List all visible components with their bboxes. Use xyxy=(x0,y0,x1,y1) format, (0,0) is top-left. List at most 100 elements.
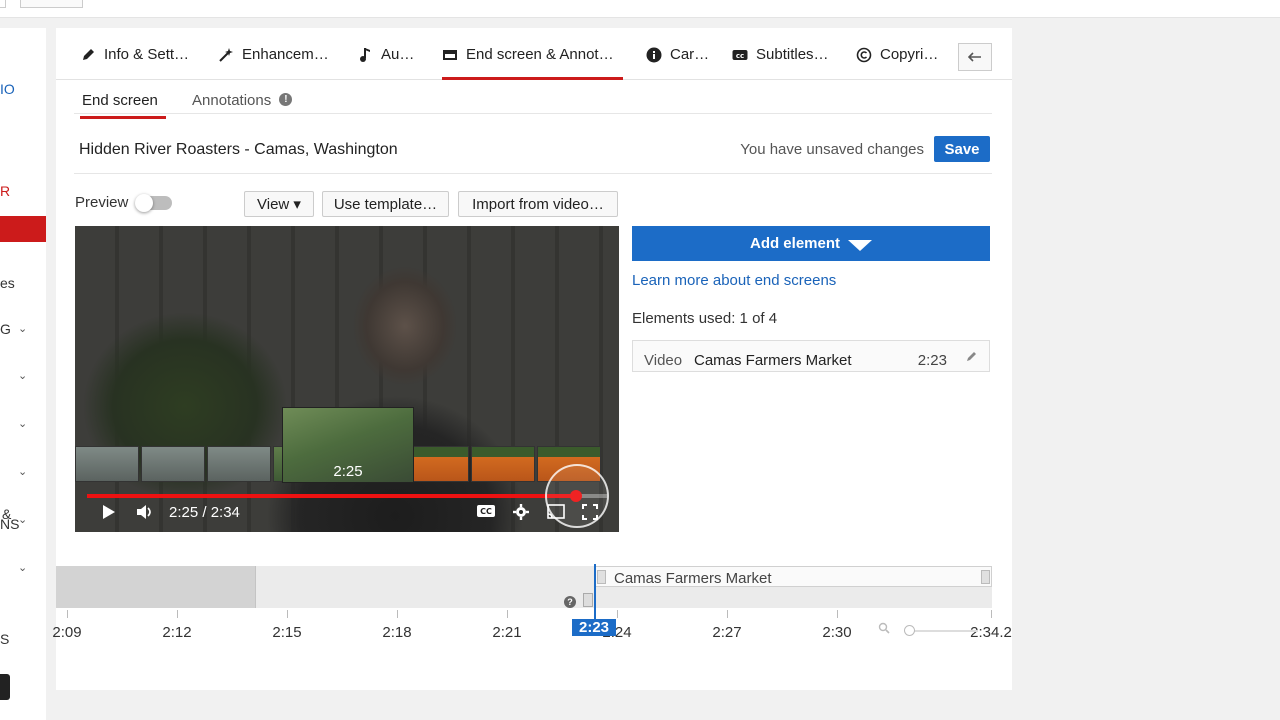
progress-bar[interactable] xyxy=(87,490,607,502)
storyboard-thumb xyxy=(141,446,205,482)
click-indicator xyxy=(545,464,609,528)
ruler-label: 2:27 xyxy=(712,624,742,641)
volume-icon[interactable] xyxy=(135,504,155,520)
gear-icon[interactable] xyxy=(511,504,531,520)
back-button[interactable] xyxy=(958,43,992,71)
title-row: Hidden River Roasters - Camas, Washingto… xyxy=(74,114,992,174)
timeline-marker[interactable] xyxy=(583,593,593,607)
subtab-end-screen[interactable]: End screen xyxy=(80,92,166,119)
ruler-label: 2:09 xyxy=(52,624,82,641)
import-from-video-button[interactable]: Import from video… xyxy=(458,191,618,217)
learn-more-link[interactable]: Learn more about end screens xyxy=(632,272,836,289)
sidebar-item-fragment[interactable]: G xyxy=(0,321,11,337)
sidebar-item-fragment[interactable]: IO xyxy=(0,81,15,97)
info-icon[interactable]: ! xyxy=(279,93,293,106)
view-dropdown[interactable]: View ▾ xyxy=(244,191,314,217)
elements-used-count: Elements used: 1 of 4 xyxy=(632,310,778,327)
chevron-down-icon[interactable]: ⌄ xyxy=(18,417,27,430)
video-title: Hidden River Roasters - Camas, Washingto… xyxy=(79,141,398,158)
toggle-knob xyxy=(135,194,153,212)
ruler-label: 2:30 xyxy=(822,624,852,641)
ruler-label: 2:12 xyxy=(162,624,192,641)
timeline-out-of-range xyxy=(56,566,256,608)
ruler-label: 2:15 xyxy=(272,624,302,641)
zoom-slider[interactable] xyxy=(908,630,978,632)
chevron-down-icon[interactable]: ⌄ xyxy=(18,513,27,526)
zoom-icon xyxy=(878,622,890,637)
cc-icon[interactable]: CC xyxy=(475,504,497,518)
tab-cards[interactable]: Car… xyxy=(646,46,709,80)
end-screen-element-card[interactable]: Video Camas Farmers Market 2:23 xyxy=(632,340,990,372)
unsaved-status: You have unsaved changes xyxy=(740,141,924,158)
sidebar: IO R es G ⌄ ⌄ ⌄ ⌄ & NS ⌄ ⌄ S xyxy=(0,28,46,720)
cc-icon: cc xyxy=(732,46,748,64)
sidebar-item-fragment[interactable]: R xyxy=(0,183,10,199)
tab-label: Copyri… xyxy=(880,46,939,63)
info-icon xyxy=(646,46,662,64)
ruler-label: 2:21 xyxy=(492,624,522,641)
storyboard-thumb xyxy=(471,446,535,482)
timeline-element-bar[interactable]: Camas Farmers Market xyxy=(595,566,992,587)
sidebar-item-fragment[interactable]: NS xyxy=(0,516,19,532)
svg-text:CC: CC xyxy=(480,507,492,516)
add-element-label: Add element xyxy=(749,235,840,252)
tab-label: Info & Sett… xyxy=(104,46,190,63)
tab-label: End screen & Annot… xyxy=(466,46,614,63)
timeline-bar-end-handle[interactable] xyxy=(981,570,990,584)
ruler-tick xyxy=(991,610,992,618)
save-button[interactable]: Save xyxy=(934,136,990,162)
tab-enhancements[interactable]: Enhancem… xyxy=(218,46,329,80)
tab-audio[interactable]: Au… xyxy=(357,46,414,80)
magic-wand-icon xyxy=(218,46,234,64)
ruler-tick xyxy=(397,610,398,618)
top-bar xyxy=(0,0,1280,18)
zoom-slider-handle[interactable] xyxy=(904,625,915,636)
ruler-tick xyxy=(617,610,618,618)
top-button-left[interactable] xyxy=(0,0,6,8)
play-icon[interactable] xyxy=(99,504,119,520)
video-player[interactable]: 2:25 2:25 / 2:34 CC xyxy=(75,226,619,532)
preview-toggle[interactable] xyxy=(135,194,172,212)
copyright-icon xyxy=(856,46,872,64)
chevron-down-icon[interactable]: ⌄ xyxy=(18,369,27,382)
tab-copyright[interactable]: Copyri… xyxy=(856,46,938,80)
element-time: 2:23 xyxy=(917,352,947,369)
subtab-annotations[interactable]: Annotations ! xyxy=(192,92,293,109)
sidebar-dark-button[interactable] xyxy=(0,674,10,700)
chevron-down-icon[interactable]: ⌄ xyxy=(18,561,27,574)
end-screen-timeline[interactable]: Camas Farmers Market ? xyxy=(56,564,992,620)
sidebar-active-item[interactable] xyxy=(0,216,46,242)
tab-label: Au… xyxy=(381,46,415,63)
ruler-tick xyxy=(837,610,838,618)
chevron-down-icon[interactable]: ⌄ xyxy=(18,465,27,478)
ruler-tick xyxy=(507,610,508,618)
add-element-button[interactable]: Add element xyxy=(632,226,990,261)
top-button[interactable] xyxy=(20,0,83,8)
svg-text:cc: cc xyxy=(736,52,744,60)
timeline-bar-label: Camas Farmers Market xyxy=(614,570,772,587)
sub-tab-bar: End screen Annotations ! xyxy=(74,80,992,119)
tab-end-screen-annotations[interactable]: End screen & Annot… xyxy=(442,46,623,80)
playhead-time-label: 2:23 xyxy=(572,619,616,636)
ruler-label: 2:34.2 xyxy=(970,624,1012,641)
pencil-icon[interactable] xyxy=(966,349,978,365)
storyboard-thumb xyxy=(405,446,469,482)
subtab-annotations-label: Annotations xyxy=(192,92,272,109)
dropdown-triangle-icon xyxy=(848,240,872,251)
timeline-bar-start-handle[interactable] xyxy=(597,570,606,584)
chevron-down-icon[interactable]: ⌄ xyxy=(18,322,27,335)
element-type: Video xyxy=(644,352,683,369)
ruler-tick xyxy=(287,610,288,618)
tab-label: Car… xyxy=(670,46,710,63)
pencil-icon xyxy=(80,46,96,64)
tab-bar: Info & Sett… Enhancem… Au… End screen & … xyxy=(56,28,1012,80)
help-icon[interactable]: ? xyxy=(564,596,576,608)
use-template-button[interactable]: Use template… xyxy=(322,191,449,217)
time-ruler: 2:09 2:12 2:15 2:18 2:21 2:24 2:27 2:30 … xyxy=(52,608,1012,641)
editor-panel: Info & Sett… Enhancem… Au… End screen & … xyxy=(52,28,1012,690)
tab-info-settings[interactable]: Info & Sett… xyxy=(80,46,189,80)
sidebar-item-fragment[interactable]: S xyxy=(0,631,9,647)
sidebar-item-fragment[interactable]: es xyxy=(0,275,15,291)
tab-subtitles[interactable]: cc Subtitles… xyxy=(732,46,829,80)
end-screen-icon xyxy=(442,46,458,64)
